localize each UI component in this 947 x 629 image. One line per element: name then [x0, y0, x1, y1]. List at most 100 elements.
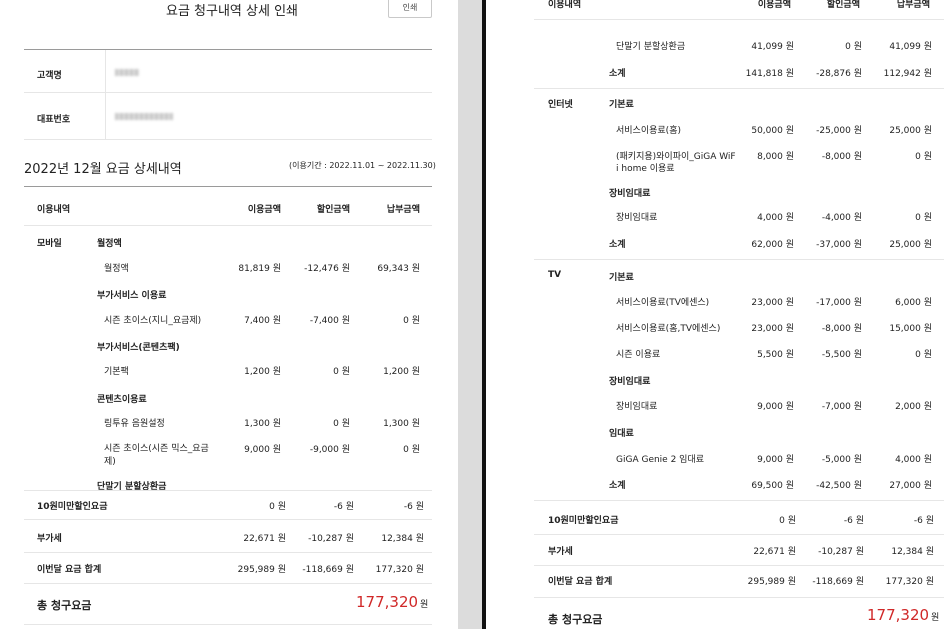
line-item-discount: -7,000 원: [821, 402, 862, 412]
summary-total-label: 이번달 요금 합계: [37, 565, 102, 575]
summary-vat-label: 부가세: [548, 547, 573, 557]
line-item-name: 서비스이용료(TV에센스): [616, 298, 710, 308]
grand-total-unit: 원: [931, 613, 940, 623]
summary-total-discount: -118,669 원: [302, 565, 354, 575]
group-title: 장비임대료: [609, 377, 651, 387]
line-item-discount: -7,400 원: [309, 316, 350, 326]
line-item-name: 장비임대료: [616, 213, 658, 223]
summary-vat-discount: -10,287 원: [308, 534, 354, 544]
line-item-pay: 4,000 원: [895, 455, 932, 465]
col-header-pay: 납부금액: [896, 0, 930, 10]
grand-total-value: 177,320: [356, 593, 419, 611]
grand-total-value: 177,320: [867, 606, 930, 624]
subtotal-discount: -37,000 원: [816, 240, 862, 250]
page-title: 요금 청구내역 상세 인쇄: [166, 4, 298, 19]
summary-total-pay: 177,320 원: [885, 577, 934, 587]
summary-vat-label: 부가세: [37, 534, 62, 544]
line-item-discount: -12,476 원: [304, 264, 350, 274]
summary-vat-discount: -10,287 원: [818, 547, 864, 557]
page-divider: [458, 0, 486, 629]
subtotal-label: 소계: [609, 240, 626, 250]
line-item-pay: 6,000 원: [895, 298, 932, 308]
subtotal-discount: -28,876 원: [816, 69, 862, 79]
line-item-discount: 0 원: [845, 42, 862, 52]
group-title: 기본료: [609, 100, 634, 110]
line-item-discount: -17,000 원: [816, 298, 862, 308]
line-item-use: 1,200 원: [244, 367, 281, 377]
line-item-pay: 2,000 원: [895, 402, 932, 412]
grand-total-label: 총 청구요금: [37, 599, 92, 612]
subtotal-pay: 25,000 원: [889, 240, 932, 250]
summary-under10-pay: -6 원: [913, 516, 934, 526]
subtotal-label: 소계: [609, 69, 626, 79]
summary-under10-label: 10원미만할인요금: [548, 516, 619, 526]
line-item-use: 9,000 원: [757, 455, 794, 465]
line-item-name: 서비스이용료(홈): [616, 126, 681, 136]
line-item-name: 장비임대료: [616, 402, 658, 412]
line-item-use: 4,000 원: [757, 213, 794, 223]
grand-total-amount: 177,320 원: [867, 606, 939, 624]
line-item-name-cont: i home 이용료: [616, 164, 675, 174]
bill-page-right: 이용내역 이용금액 할인금액 납부금액 단말기 분할상환금 41,099 원 0…: [486, 0, 947, 629]
group-title: 월정액: [97, 239, 122, 249]
category-mobile: 모바일: [37, 239, 62, 249]
line-item-use: 23,000 원: [751, 324, 794, 334]
summary-vat-use: 22,671 원: [753, 547, 796, 557]
line-item-discount: -5,500 원: [821, 350, 862, 360]
summary-under10-discount: -6 원: [843, 516, 864, 526]
summary-vat-pay: 12,384 원: [891, 547, 934, 557]
line-item-pay: 0 원: [403, 316, 420, 326]
summary-under10-discount: -6 원: [333, 502, 354, 512]
group-title: 부가서비스 이용료: [97, 291, 167, 301]
summary-total-use: 295,989 원: [747, 577, 796, 587]
col-header-use: 이용금액: [247, 205, 281, 215]
print-button[interactable]: 인쇄: [388, 0, 432, 18]
line-item-name: 시즌 초이스(시즌 믹스_요금: [104, 444, 209, 454]
summary-under10-label: 10원미만할인요금: [37, 502, 108, 512]
line-item-discount: 0 원: [333, 419, 350, 429]
line-item-discount: -25,000 원: [816, 126, 862, 136]
line-item-pay: 1,300 원: [383, 419, 420, 429]
grand-total-unit: 원: [420, 600, 429, 610]
col-header-discount: 할인금액: [826, 0, 860, 10]
line-item-use: 8,000 원: [757, 152, 794, 162]
grand-total-label: 총 청구요금: [548, 613, 603, 626]
group-title: 기본료: [609, 273, 634, 283]
subtotal-discount: -42,500 원: [816, 481, 862, 491]
col-header-item: 이용내역: [548, 0, 582, 10]
grand-total-amount: 177,320 원: [356, 593, 428, 611]
line-item-discount: 0 원: [333, 367, 350, 377]
line-item-use: 1,300 원: [244, 419, 281, 429]
subtotal-use: 69,500 원: [751, 481, 794, 491]
line-item-pay: 69,343 원: [377, 264, 420, 274]
line-item-use: 5,500 원: [757, 350, 794, 360]
line-item-name: GiGA Genie 2 임대료: [616, 455, 705, 465]
subtotal-use: 62,000 원: [751, 240, 794, 250]
line-item-use: 9,000 원: [757, 402, 794, 412]
line-item-use: 41,099 원: [751, 42, 794, 52]
line-item-discount: -5,000 원: [821, 455, 862, 465]
group-title: 부가서비스(콘텐츠팩): [97, 343, 180, 353]
summary-under10-pay: -6 원: [403, 502, 424, 512]
customer-name-masked: [115, 69, 139, 76]
line-item-name: 시즌 이용료: [616, 350, 661, 360]
bill-period: (이용기간 : 2022.11.01 ~ 2022.11.30): [289, 161, 436, 170]
col-header-discount: 할인금액: [316, 205, 350, 215]
line-item-discount: -4,000 원: [821, 213, 862, 223]
category-tv: TV: [548, 270, 562, 280]
group-title: 임대료: [609, 429, 634, 439]
group-title: 콘텐츠이용료: [97, 395, 147, 405]
summary-vat-pay: 12,384 원: [381, 534, 424, 544]
line-item-discount: -8,000 원: [821, 152, 862, 162]
line-item-use: 50,000 원: [751, 126, 794, 136]
summary-under10-use: 0 원: [779, 516, 796, 526]
line-item-name: 시즌 초이스(지니_요금제): [104, 316, 202, 326]
line-item-name-cont: 제): [104, 457, 116, 467]
subtotal-pay: 27,000 원: [889, 481, 932, 491]
subtotal-pay: 112,942 원: [883, 69, 932, 79]
line-item-name: 월정액: [104, 264, 129, 274]
line-item-pay: 0 원: [915, 213, 932, 223]
summary-total-pay: 177,320 원: [375, 565, 424, 575]
summary-vat-use: 22,671 원: [243, 534, 286, 544]
line-item-use: 9,000 원: [244, 445, 281, 455]
